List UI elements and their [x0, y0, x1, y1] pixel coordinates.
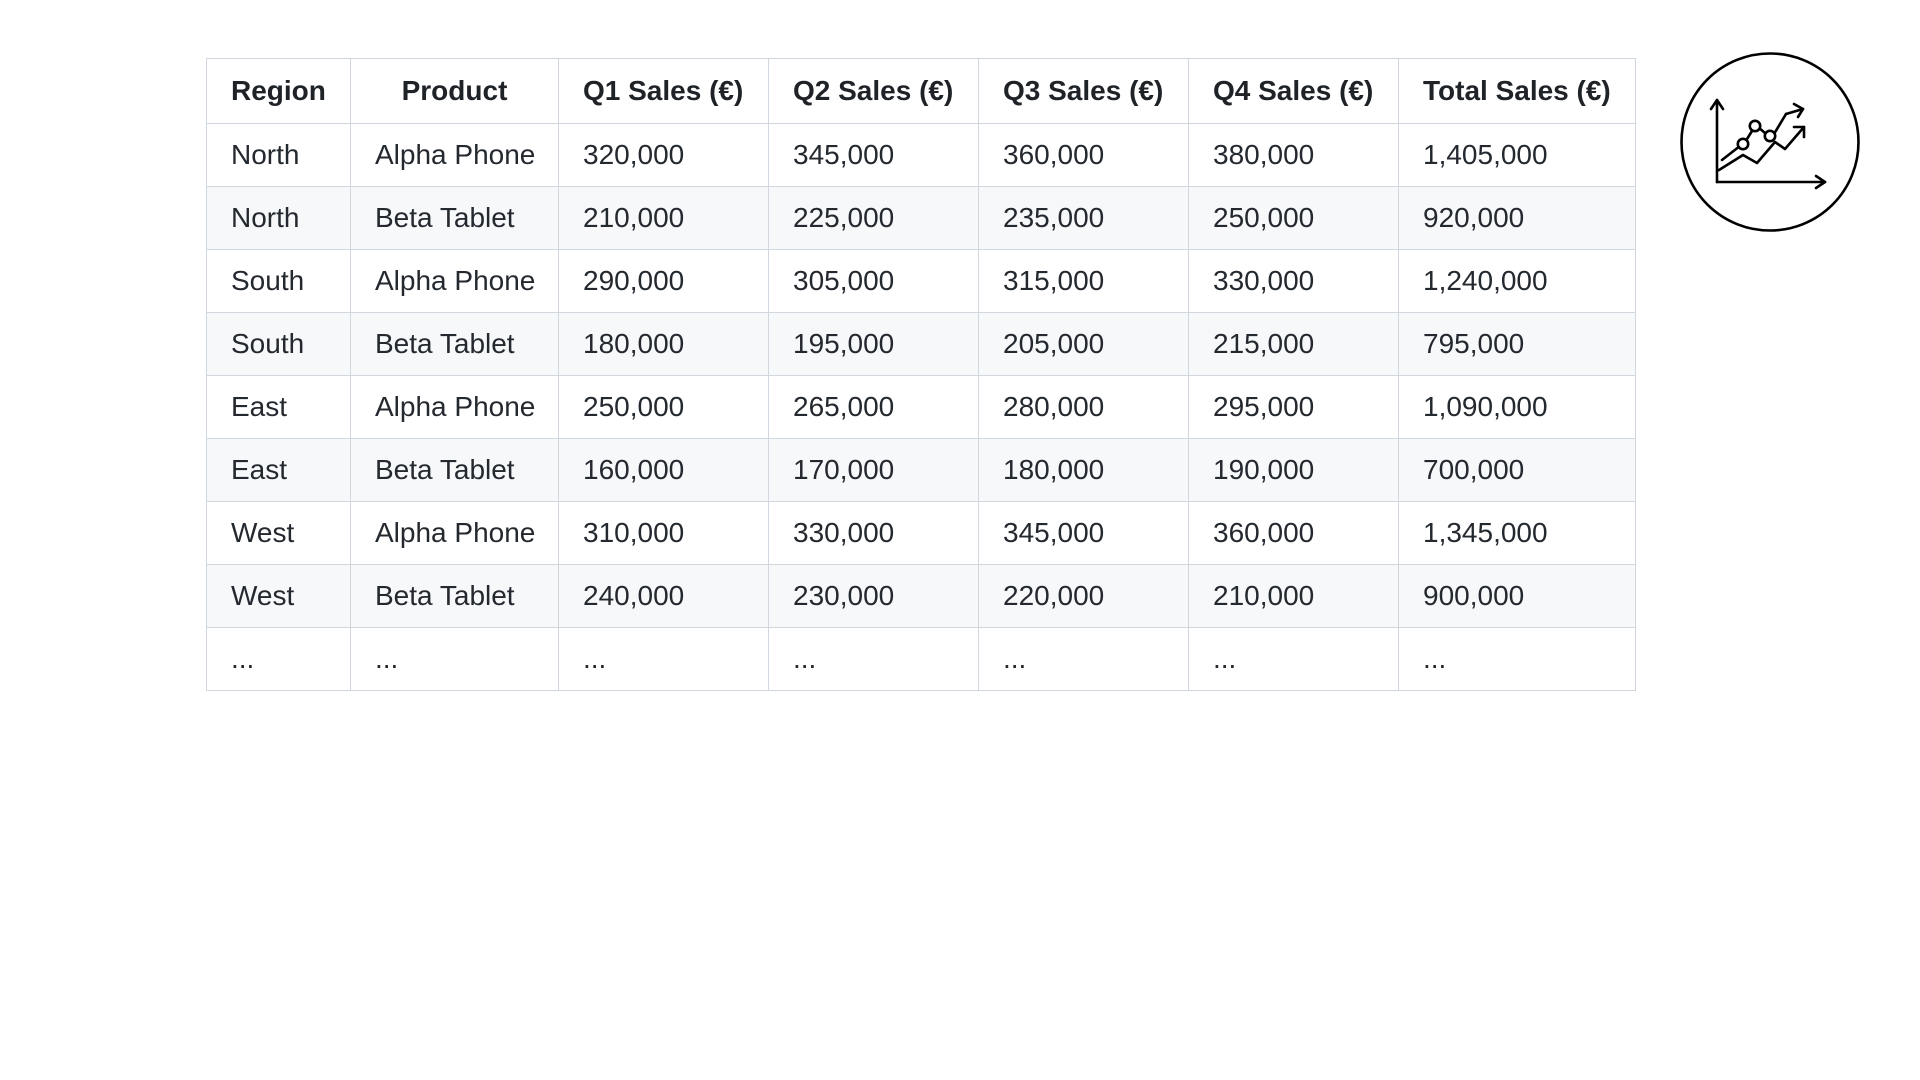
- table-cell-region: East: [206, 375, 351, 439]
- table-cell-q4-sales: 190,000: [1188, 438, 1399, 502]
- table-cell-q3-sales: 345,000: [978, 501, 1189, 565]
- table-cell-q1-sales: 180,000: [558, 312, 769, 376]
- table-cell-q4-sales: 330,000: [1188, 249, 1399, 313]
- table-row: East Beta Tablet 160,000 170,000 180,000 190,…: [206, 438, 1636, 502]
- table-cell-q2-sales: 225,000: [768, 186, 979, 250]
- table-cell-total-sales: 1,345,000: [1398, 501, 1636, 565]
- table-row: .....................: [206, 627, 1636, 691]
- table-cell-q3-sales: 280,000: [978, 375, 1189, 439]
- table-cell-product: Alpha Phone: [350, 375, 559, 439]
- table-cell-region: East: [206, 438, 351, 502]
- table-cell-q1-sales: 290,000: [558, 249, 769, 313]
- table-cell-q1-sales: 310,000: [558, 501, 769, 565]
- table-row: South Beta Tablet 180,000 195,000 205,000 215…: [206, 312, 1636, 376]
- column-header-q2-sales: Q2 Sales (€): [768, 58, 979, 124]
- table-cell-total-sales: ...: [1398, 627, 1636, 691]
- column-header-region: Region: [206, 58, 351, 124]
- table-cell-region: North: [206, 186, 351, 250]
- table-cell-product: Alpha Phone: [350, 501, 559, 565]
- table-cell-total-sales: 795,000: [1398, 312, 1636, 376]
- table-row: West Alpha Phone 310,000 330,000 345,000 360,…: [206, 501, 1636, 565]
- table-cell-q2-sales: 170,000: [768, 438, 979, 502]
- table-cell-total-sales: 1,240,000: [1398, 249, 1636, 313]
- growth-chart-icon: [1679, 51, 1861, 233]
- column-header-q4-sales: Q4 Sales (€): [1188, 58, 1399, 124]
- table-row: North Alpha Phone 320,000 345,000 360,000 380…: [206, 123, 1636, 187]
- table-row: West Beta Tablet 240,000 230,000 220,000 210,…: [206, 564, 1636, 628]
- table-cell-q1-sales: 250,000: [558, 375, 769, 439]
- table-row: North Beta Tablet 210,000 225,000 235,000 250…: [206, 186, 1636, 250]
- table-row: East Alpha Phone 250,000 265,000 280,000 295,…: [206, 375, 1636, 439]
- table-cell-q3-sales: ...: [978, 627, 1189, 691]
- column-header-total-sales: Total Sales (€): [1398, 58, 1636, 124]
- table-cell-q4-sales: 380,000: [1188, 123, 1399, 187]
- table-cell-q4-sales: ...: [1188, 627, 1399, 691]
- table-cell-q1-sales: 320,000: [558, 123, 769, 187]
- table-cell-q2-sales: 265,000: [768, 375, 979, 439]
- table-cell-total-sales: 700,000: [1398, 438, 1636, 502]
- table-cell-product: Alpha Phone: [350, 249, 559, 313]
- table-cell-total-sales: 1,405,000: [1398, 123, 1636, 187]
- table-cell-q2-sales: 345,000: [768, 123, 979, 187]
- table-cell-region: West: [206, 564, 351, 628]
- table-cell-q3-sales: 205,000: [978, 312, 1189, 376]
- table-cell-q2-sales: ...: [768, 627, 979, 691]
- table-cell-region: South: [206, 312, 351, 376]
- table-cell-q1-sales: ...: [558, 627, 769, 691]
- table-cell-q4-sales: 250,000: [1188, 186, 1399, 250]
- table-cell-region: ...: [206, 627, 351, 691]
- table-cell-total-sales: 1,090,000: [1398, 375, 1636, 439]
- table-cell-product: Beta Tablet: [350, 186, 559, 250]
- table-cell-q3-sales: 235,000: [978, 186, 1189, 250]
- table-body: North Alpha Phone 320,000 345,000 360,000 380…: [206, 123, 1636, 691]
- table-header-row: Region Product Q1 Sales (€) Q2 Sales (€)…: [206, 58, 1636, 124]
- table-cell-q4-sales: 215,000: [1188, 312, 1399, 376]
- table-cell-product: Beta Tablet: [350, 438, 559, 502]
- column-header-product: Product: [350, 58, 559, 124]
- table-cell-q2-sales: 195,000: [768, 312, 979, 376]
- table-cell-region: South: [206, 249, 351, 313]
- table-row: South Alpha Phone 290,000 305,000 315,000 330…: [206, 249, 1636, 313]
- sales-table-container: Region Product Q1 Sales (€) Q2 Sales (€)…: [206, 58, 1636, 691]
- sales-table: Region Product Q1 Sales (€) Q2 Sales (€)…: [206, 58, 1636, 691]
- table-cell-q2-sales: 305,000: [768, 249, 979, 313]
- column-header-q3-sales: Q3 Sales (€): [978, 58, 1189, 124]
- table-cell-product: Alpha Phone: [350, 123, 559, 187]
- table-cell-total-sales: 920,000: [1398, 186, 1636, 250]
- table-cell-q4-sales: 360,000: [1188, 501, 1399, 565]
- table-cell-region: West: [206, 501, 351, 565]
- table-cell-q3-sales: 220,000: [978, 564, 1189, 628]
- table-cell-q4-sales: 295,000: [1188, 375, 1399, 439]
- table-cell-q3-sales: 315,000: [978, 249, 1189, 313]
- table-cell-region: North: [206, 123, 351, 187]
- table-cell-q1-sales: 160,000: [558, 438, 769, 502]
- table-cell-q4-sales: 210,000: [1188, 564, 1399, 628]
- table-cell-q3-sales: 180,000: [978, 438, 1189, 502]
- table-cell-q3-sales: 360,000: [978, 123, 1189, 187]
- table-cell-q1-sales: 210,000: [558, 186, 769, 250]
- table-cell-q1-sales: 240,000: [558, 564, 769, 628]
- table-cell-q2-sales: 330,000: [768, 501, 979, 565]
- table-cell-product: ...: [350, 627, 559, 691]
- table-cell-product: Beta Tablet: [350, 312, 559, 376]
- column-header-q1-sales: Q1 Sales (€): [558, 58, 769, 124]
- table-cell-product: Beta Tablet: [350, 564, 559, 628]
- table-cell-total-sales: 900,000: [1398, 564, 1636, 628]
- table-cell-q2-sales: 230,000: [768, 564, 979, 628]
